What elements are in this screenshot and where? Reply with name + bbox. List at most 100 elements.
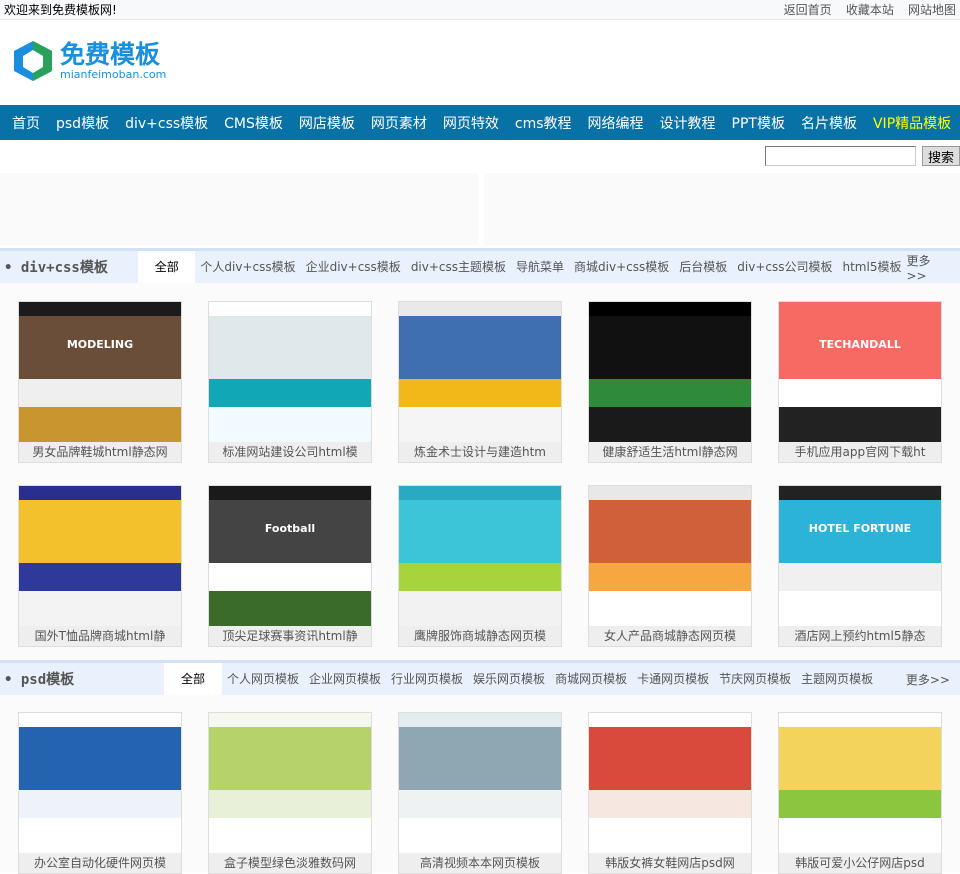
template-thumbnail[interactable] xyxy=(209,713,371,853)
category-tab[interactable]: 节庆网页模板 xyxy=(714,663,796,695)
category-tab[interactable]: 后台模板 xyxy=(674,251,732,283)
section-title-text: psd模板 xyxy=(20,672,75,688)
template-caption[interactable]: 国外T恤品牌商城html静 xyxy=(19,626,181,646)
template-card[interactable]: 韩版女裤女鞋网店psd网 xyxy=(588,712,752,874)
top-bar: 欢迎来到免费模板网! 返回首页 收藏本站 网站地图 xyxy=(0,0,960,20)
nav-item[interactable]: 网页特效 xyxy=(440,113,502,133)
section-header: • psd模板 全部 个人网页模板 企业网页模板 行业网页模板 娱乐网页模板 商城网页模板卡… xyxy=(0,660,960,695)
nav-item[interactable]: psd模板 xyxy=(53,113,112,133)
nav-item[interactable]: div+css模板 xyxy=(122,113,211,133)
category-tab[interactable]: div+css公司模板 xyxy=(732,251,837,283)
category-tab[interactable]: 个人网页模板 xyxy=(222,663,304,695)
category-tab[interactable]: 行业网页模板 xyxy=(386,663,468,695)
category-tab[interactable]: 娱乐网页模板 xyxy=(468,663,550,695)
category-tab[interactable]: 商城网页模板 xyxy=(550,663,632,695)
nav-item[interactable]: 名片模板 xyxy=(798,113,860,133)
template-card[interactable]: Football 顶尖足球赛事资讯html静 xyxy=(208,485,372,647)
template-card[interactable]: MODELING 男女品牌鞋城html静态网 xyxy=(18,301,182,463)
category-tab[interactable]: html5模板 xyxy=(838,251,907,283)
nav-item[interactable]: 网络编程 xyxy=(585,113,647,133)
template-thumbnail[interactable]: Football xyxy=(209,486,371,626)
template-caption[interactable]: 顶尖足球赛事资讯html静 xyxy=(209,626,371,646)
template-card[interactable]: 标准网站建设公司html模 xyxy=(208,301,372,463)
category-tab[interactable]: div+css主题模板 xyxy=(406,251,511,283)
template-caption[interactable]: 鹰牌服饰商城静态网页模 xyxy=(399,626,561,646)
nav-item[interactable]: 首页 xyxy=(9,113,43,133)
template-card[interactable]: 女人产品商城静态网页模 xyxy=(588,485,752,647)
template-thumbnail[interactable] xyxy=(589,713,751,853)
template-thumbnail[interactable] xyxy=(19,713,181,853)
logo-hexagon-icon xyxy=(12,40,54,82)
template-thumbnail[interactable] xyxy=(399,486,561,626)
template-caption[interactable]: 标准网站建设公司html模 xyxy=(209,442,371,462)
template-thumbnail[interactable] xyxy=(589,302,751,442)
template-card[interactable]: 国外T恤品牌商城html静 xyxy=(18,485,182,647)
site-logo[interactable]: 免费模板 mianfeimoban.com xyxy=(12,40,166,82)
bookmark-link[interactable]: 收藏本站 xyxy=(846,3,894,17)
template-card[interactable]: HOTEL FORTUNE 酒店网上预约html5静态 xyxy=(778,485,942,647)
template-card[interactable]: 高清视频本本网页模板 xyxy=(398,712,562,874)
template-caption[interactable]: 女人产品商城静态网页模 xyxy=(589,626,751,646)
nav-item[interactable]: 网页素材 xyxy=(368,113,430,133)
category-tab[interactable]: 企业网页模板 xyxy=(304,663,386,695)
category-tab[interactable]: 主题网页模板 xyxy=(796,663,878,695)
template-caption[interactable]: 健康舒适生活html静态网 xyxy=(589,442,751,462)
category-tab[interactable]: 导航菜单 xyxy=(511,251,569,283)
template-caption[interactable]: 高清视频本本网页模板 xyxy=(399,853,561,873)
template-caption[interactable]: 韩版女裤女鞋网店psd网 xyxy=(589,853,751,873)
template-caption[interactable]: 盒子模型绿色淡雅数码网 xyxy=(209,853,371,873)
banner-right xyxy=(484,173,960,245)
nav-item[interactable]: 网店模板 xyxy=(296,113,358,133)
more-link[interactable]: 更多>> xyxy=(906,252,960,283)
search-button[interactable]: 搜索 xyxy=(922,146,960,166)
template-card[interactable]: TECHANDALL 手机应用app官网下载ht xyxy=(778,301,942,463)
template-thumbnail[interactable] xyxy=(779,713,941,853)
template-card[interactable]: 炼金术士设计与建造htm xyxy=(398,301,562,463)
section-title-text: div+css模板 xyxy=(20,260,108,276)
search-input[interactable] xyxy=(765,146,916,166)
tab-all[interactable]: 全部 xyxy=(138,251,196,283)
more-link[interactable]: 更多>> xyxy=(906,671,960,688)
template-caption[interactable]: 办公室自动化硬件网页模 xyxy=(19,853,181,873)
template-caption[interactable]: 手机应用app官网下载ht xyxy=(779,442,941,462)
nav-item[interactable]: 设计教程 xyxy=(657,113,719,133)
sitemap-link[interactable]: 网站地图 xyxy=(908,3,956,17)
template-thumbnail[interactable] xyxy=(19,486,181,626)
banner-left xyxy=(0,173,478,245)
template-card[interactable]: 韩版可爱小公仔网店psd xyxy=(778,712,942,874)
category-tab[interactable]: 卡通网页模板 xyxy=(632,663,714,695)
thumbnail-text: HOTEL FORTUNE xyxy=(808,522,912,535)
template-card[interactable]: 鹰牌服饰商城静态网页模 xyxy=(398,485,562,647)
template-caption[interactable]: 韩版可爱小公仔网店psd xyxy=(779,853,941,873)
nav-item[interactable]: CMS模板 xyxy=(221,113,286,133)
search-bar: 搜索 xyxy=(765,146,960,166)
logo-domain: mianfeimoban.com xyxy=(60,68,167,81)
logo-text: 免费模板 xyxy=(60,40,161,69)
home-link[interactable]: 返回首页 xyxy=(784,3,832,17)
template-card[interactable]: 办公室自动化硬件网页模 xyxy=(18,712,182,874)
template-caption[interactable]: 男女品牌鞋城html静态网 xyxy=(19,442,181,462)
template-thumbnail[interactable] xyxy=(209,302,371,442)
nav-item[interactable]: cms教程 xyxy=(512,113,575,133)
section-title: • psd模板 xyxy=(4,672,75,688)
thumbnail-text: TECHANDALL xyxy=(819,338,901,351)
template-thumbnail[interactable] xyxy=(399,713,561,853)
section-title: • div+css模板 xyxy=(4,260,108,276)
template-thumbnail[interactable] xyxy=(589,486,751,626)
nav-item-vip[interactable]: VIP精品模板 xyxy=(870,113,954,133)
section-header: • div+css模板 全部 个人div+css模板 企业div+css模板 div+c… xyxy=(0,248,960,283)
thumbnail-text: Football xyxy=(264,522,316,535)
tab-all[interactable]: 全部 xyxy=(164,663,222,695)
template-caption[interactable]: 酒店网上预约html5静态 xyxy=(779,626,941,646)
template-card[interactable]: 健康舒适生活html静态网 xyxy=(588,301,752,463)
category-tab[interactable]: 个人div+css模板 xyxy=(195,251,300,283)
template-thumbnail[interactable]: HOTEL FORTUNE xyxy=(779,486,941,626)
nav-item[interactable]: PPT模板 xyxy=(729,113,788,133)
template-thumbnail[interactable] xyxy=(399,302,561,442)
category-tab[interactable]: 商城div+css模板 xyxy=(569,251,674,283)
category-tab[interactable]: 企业div+css模板 xyxy=(301,251,406,283)
template-thumbnail[interactable]: MODELING xyxy=(19,302,181,442)
template-card[interactable]: 盒子模型绿色淡雅数码网 xyxy=(208,712,372,874)
template-thumbnail[interactable]: TECHANDALL xyxy=(779,302,941,442)
template-caption[interactable]: 炼金术士设计与建造htm xyxy=(399,442,561,462)
